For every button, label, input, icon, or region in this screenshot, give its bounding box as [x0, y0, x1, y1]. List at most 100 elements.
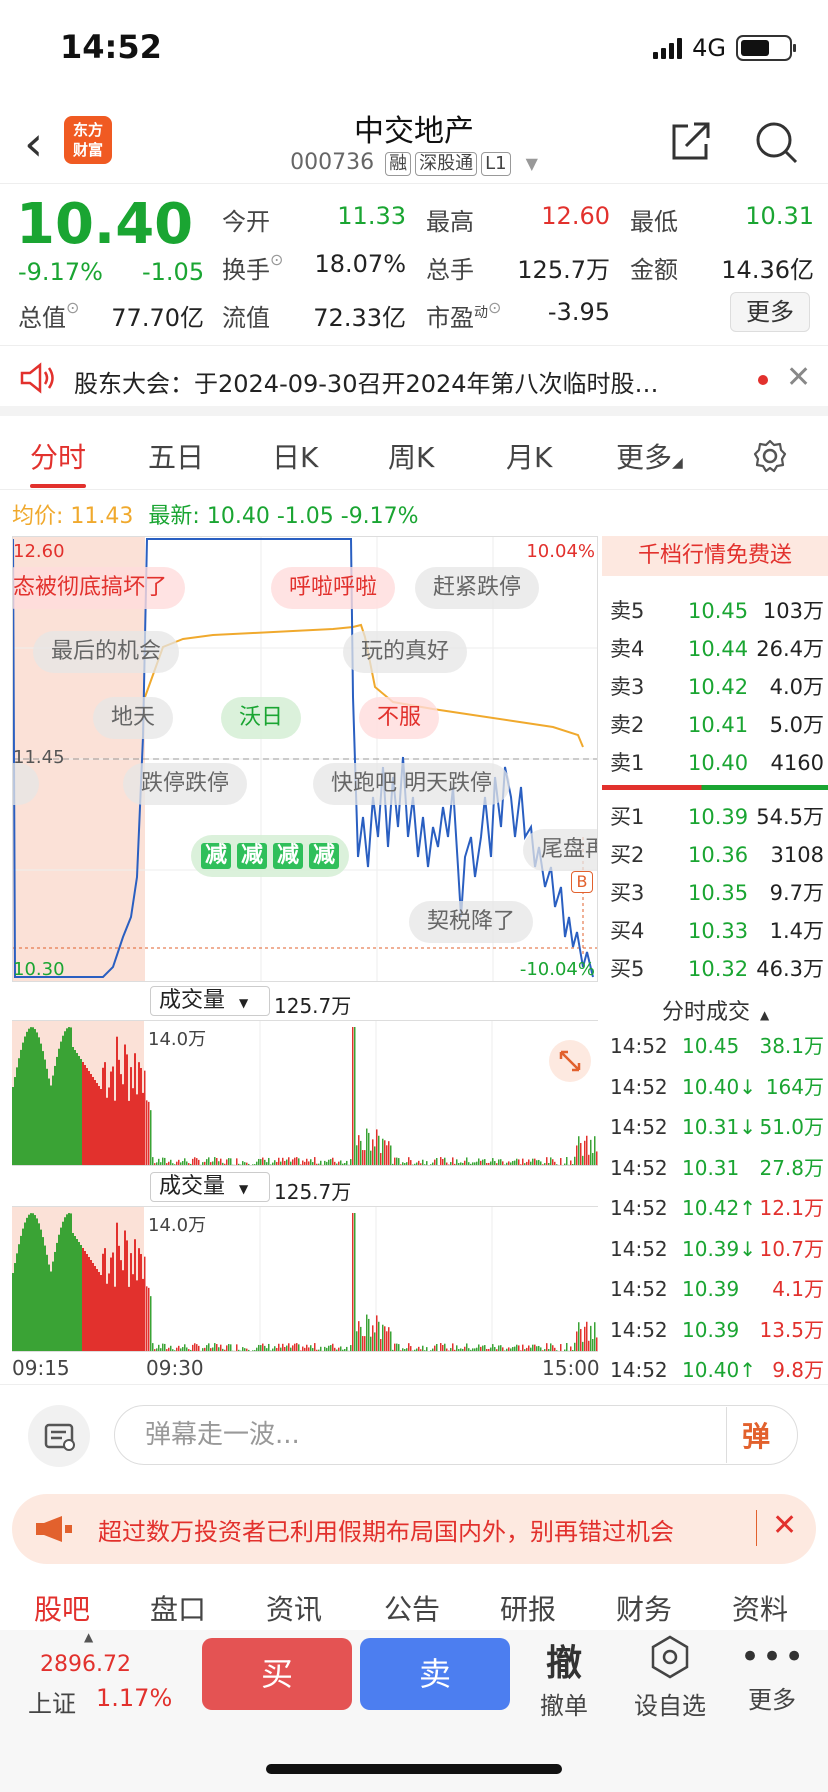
volume-bar	[554, 1347, 556, 1351]
volume-bar	[414, 1349, 416, 1351]
volume-bar	[574, 1342, 576, 1351]
tab-day-k[interactable]: 日K	[272, 436, 318, 476]
ask-price: 10.42	[688, 675, 749, 699]
danmu-settings-icon[interactable]	[28, 1405, 90, 1467]
tab-forum[interactable]: 股吧	[34, 1588, 90, 1628]
volume-bar	[398, 1158, 400, 1165]
volume-bar	[536, 1346, 538, 1351]
add-watchlist-button[interactable]: 设自选	[628, 1634, 712, 1721]
volume-chart-2[interactable]: 14.0万	[12, 1206, 598, 1352]
promo-banner[interactable]: 超过数万投资者已利用假期布局国内外，别再错过机会 ✕	[12, 1494, 816, 1564]
volume-bar	[22, 1228, 24, 1351]
latest-change: -1.05	[276, 504, 334, 529]
volume-selector[interactable]: 成交量 ▼	[150, 986, 270, 1016]
volume-bar	[92, 1077, 94, 1165]
more-quote-button[interactable]: 更多	[730, 292, 810, 332]
danmu-reduce-bubble[interactable]: 减 减 减 减	[191, 835, 350, 877]
order-book-header[interactable]: 千档行情免费送	[602, 536, 828, 576]
volume-bar	[38, 1037, 40, 1165]
buy-button[interactable]: 买	[202, 1638, 352, 1710]
volume-bar	[24, 1036, 26, 1165]
share-icon[interactable]	[666, 118, 714, 166]
danmu-bubble[interactable]: 沃日	[221, 697, 302, 739]
volume-bar	[28, 1214, 30, 1351]
tab-news[interactable]: 资讯	[266, 1588, 322, 1628]
volume-bar	[488, 1348, 490, 1351]
more-button[interactable]: ••• 更多	[740, 1634, 804, 1715]
danmu-bubble[interactable]: 地天	[93, 697, 174, 739]
status-right: 4G	[653, 34, 796, 62]
expand-icon[interactable]	[548, 1039, 592, 1083]
volume-bar	[266, 1162, 268, 1165]
volume-bar	[374, 1146, 376, 1165]
volume-bar	[458, 1163, 460, 1165]
bid-row: 买4 10.33 1.4万	[610, 912, 824, 950]
danmu-bubble[interactable]: 呼啦呼啦	[271, 567, 396, 609]
tab-order-book[interactable]: 盘口	[150, 1588, 206, 1628]
danmu-bubble[interactable]: 玩的真好	[343, 631, 468, 673]
gear-icon[interactable]	[752, 438, 788, 474]
speaker-icon	[20, 362, 54, 394]
index-value[interactable]: 2896.72	[40, 1652, 131, 1677]
tab-more[interactable]: 更多◢	[616, 436, 683, 476]
danmu-bubble[interactable]: 快跑吧 明天跌停	[313, 763, 511, 805]
send-danmu-button[interactable]: 弹	[742, 1415, 770, 1455]
danmu-bubble[interactable]: 尾盘再	[523, 829, 597, 871]
volume-bar	[430, 1164, 432, 1165]
volume-bar	[292, 1345, 294, 1351]
ticks-header[interactable]: 分时成交 ▲	[662, 994, 769, 1026]
tab-five-day[interactable]: 五日	[148, 436, 204, 476]
high-label: 最高	[426, 208, 474, 236]
volume-bar	[382, 1138, 384, 1165]
volume-bar	[200, 1350, 202, 1351]
volume-bar	[142, 1092, 144, 1165]
tab-month-k[interactable]: 月K	[506, 436, 552, 476]
tab-week-k[interactable]: 周K	[388, 436, 434, 476]
volume-bar	[490, 1161, 492, 1165]
tab-finance[interactable]: 财务	[616, 1588, 672, 1628]
danmu-bubble[interactable]: 跌停跌停	[123, 763, 248, 805]
marker-b[interactable]: B	[571, 871, 593, 893]
volume-bar	[280, 1161, 282, 1165]
danmu-input[interactable]: 弹幕走一波...	[114, 1405, 798, 1465]
danmu-bubble[interactable]: 态被彻底搞坏了	[13, 567, 186, 609]
volume-chart[interactable]: 14.0万	[12, 1020, 598, 1166]
danmu-bubble[interactable]: 契税降了	[409, 901, 534, 943]
volume-bar	[492, 1344, 494, 1351]
volume-bar	[270, 1350, 272, 1351]
index-name: 上证	[28, 1690, 76, 1718]
ask-price: 10.41	[688, 713, 749, 737]
tab-intraday[interactable]: 分时	[30, 436, 86, 476]
notice-bar[interactable]: 股东大会：于2024-09-30召开2024年第八次临时股… ✕	[0, 346, 828, 416]
volume-bar	[42, 1237, 44, 1351]
volume-bar	[44, 1245, 46, 1351]
home-indicator[interactable]	[266, 1764, 562, 1774]
danmu-bubble[interactable]: 赶紧跌停	[415, 567, 540, 609]
volume-bar	[430, 1350, 432, 1351]
sell-button[interactable]: 卖	[360, 1638, 510, 1710]
volume-bar	[38, 1223, 40, 1351]
volume-bar	[482, 1345, 484, 1351]
volume-bar	[52, 1075, 54, 1165]
tab-research[interactable]: 研报	[500, 1588, 556, 1628]
volume-bar	[12, 1087, 14, 1165]
cancel-order-button[interactable]: 撤 撤单	[532, 1634, 596, 1721]
close-icon[interactable]: ✕	[786, 360, 811, 395]
danmu-bubble[interactable]: 最后的机会	[33, 631, 180, 673]
volume-bar	[296, 1343, 298, 1351]
close-icon[interactable]: ✕	[772, 1508, 797, 1543]
intraday-chart[interactable]: 12.60 10.04% 11.45 10.30 -10.04% B 态被彻底搞…	[12, 536, 598, 982]
volume-selector-2[interactable]: 成交量 ▼	[150, 1172, 270, 1202]
volume-bar	[564, 1349, 566, 1351]
volume-bar	[340, 1346, 342, 1351]
volume-bar	[506, 1348, 508, 1351]
more-label: 更多	[748, 1686, 796, 1714]
volume-bar	[486, 1162, 488, 1165]
tab-announcements[interactable]: 公告	[384, 1588, 440, 1628]
tab-profile[interactable]: 资料	[732, 1588, 788, 1628]
volume-bar	[408, 1343, 410, 1351]
volume-bar	[594, 1136, 596, 1165]
search-icon[interactable]	[752, 118, 800, 166]
volume-bar	[42, 1051, 44, 1165]
danmu-bubble[interactable]: 不服	[359, 697, 440, 739]
